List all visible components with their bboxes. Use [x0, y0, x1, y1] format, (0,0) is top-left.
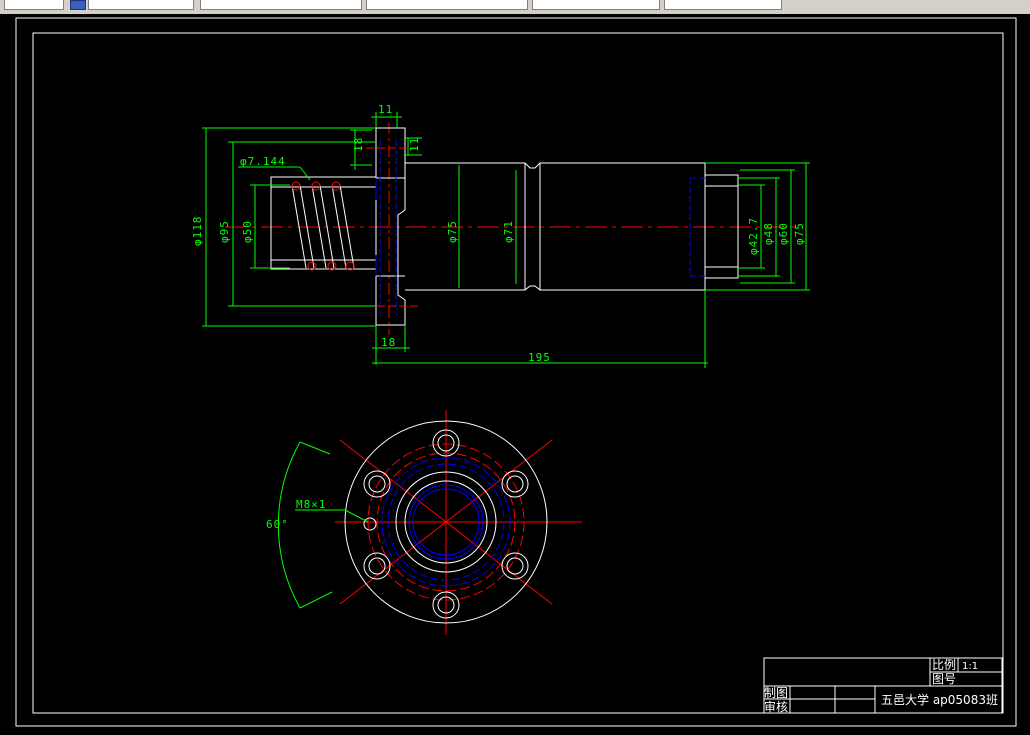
dim-top-width: 11	[378, 103, 393, 116]
dim-flange-width: 18	[381, 336, 396, 349]
title-block: 比例 1:1 图号 制图 审核 五邑大学 ap05083班	[763, 657, 1003, 714]
dim-42: φ42.7	[747, 217, 760, 255]
layer-icon[interactable]	[70, 0, 86, 10]
dim-75-right: φ75	[793, 222, 806, 245]
toolbar-field-6[interactable]	[664, 0, 782, 10]
dim-total-length: 195	[528, 351, 551, 364]
toolbar-strip	[0, 0, 1030, 15]
hole-label: M8×1	[296, 498, 327, 511]
scale-value: 1:1	[962, 661, 978, 672]
drawing-canvas[interactable]: 11 18 11 φ7.144 φ118 φ95 φ50 φ75 φ71 φ42…	[0, 14, 1030, 735]
toolbar-field-1[interactable]	[4, 0, 64, 10]
dim-thread-dia: φ7.144	[240, 155, 286, 168]
toolbar-field-4[interactable]	[366, 0, 528, 10]
side-view: 11 18 11 φ7.144 φ118 φ95 φ50 φ75 φ71 φ42…	[191, 103, 810, 368]
cad-drawing: 11 18 11 φ7.144 φ118 φ95 φ50 φ75 φ71 φ42…	[15, 17, 1017, 727]
drawn-by-label: 制图	[764, 686, 788, 700]
dim-flange-h1: 18	[352, 137, 365, 152]
dim-95: φ95	[218, 220, 231, 243]
scale-label: 比例	[932, 658, 956, 672]
checked-by-label: 审核	[764, 699, 788, 714]
dim-outer-left: φ118	[191, 216, 204, 247]
dim-60: φ60	[777, 222, 790, 245]
angle-annotation	[277, 441, 369, 609]
drawing-frame	[32, 32, 1004, 714]
toolbar-field-2[interactable]	[88, 0, 194, 10]
dim-flange-h2: 11	[408, 137, 421, 152]
dim-71: φ71	[502, 220, 515, 243]
toolbar-field-5[interactable]	[532, 0, 660, 10]
school-label: 五邑大学 ap05083班	[881, 692, 998, 707]
toolbar-field-3[interactable]	[200, 0, 362, 10]
sheet-border	[15, 17, 1017, 727]
angle-label: 60°	[266, 518, 289, 531]
front-view: M8×1 60°	[266, 410, 582, 635]
drawing-no-label: 图号	[932, 672, 956, 686]
dim-48: φ48	[762, 222, 775, 245]
dim-50: φ50	[241, 220, 254, 243]
dim-75-mid: φ75	[446, 220, 459, 243]
